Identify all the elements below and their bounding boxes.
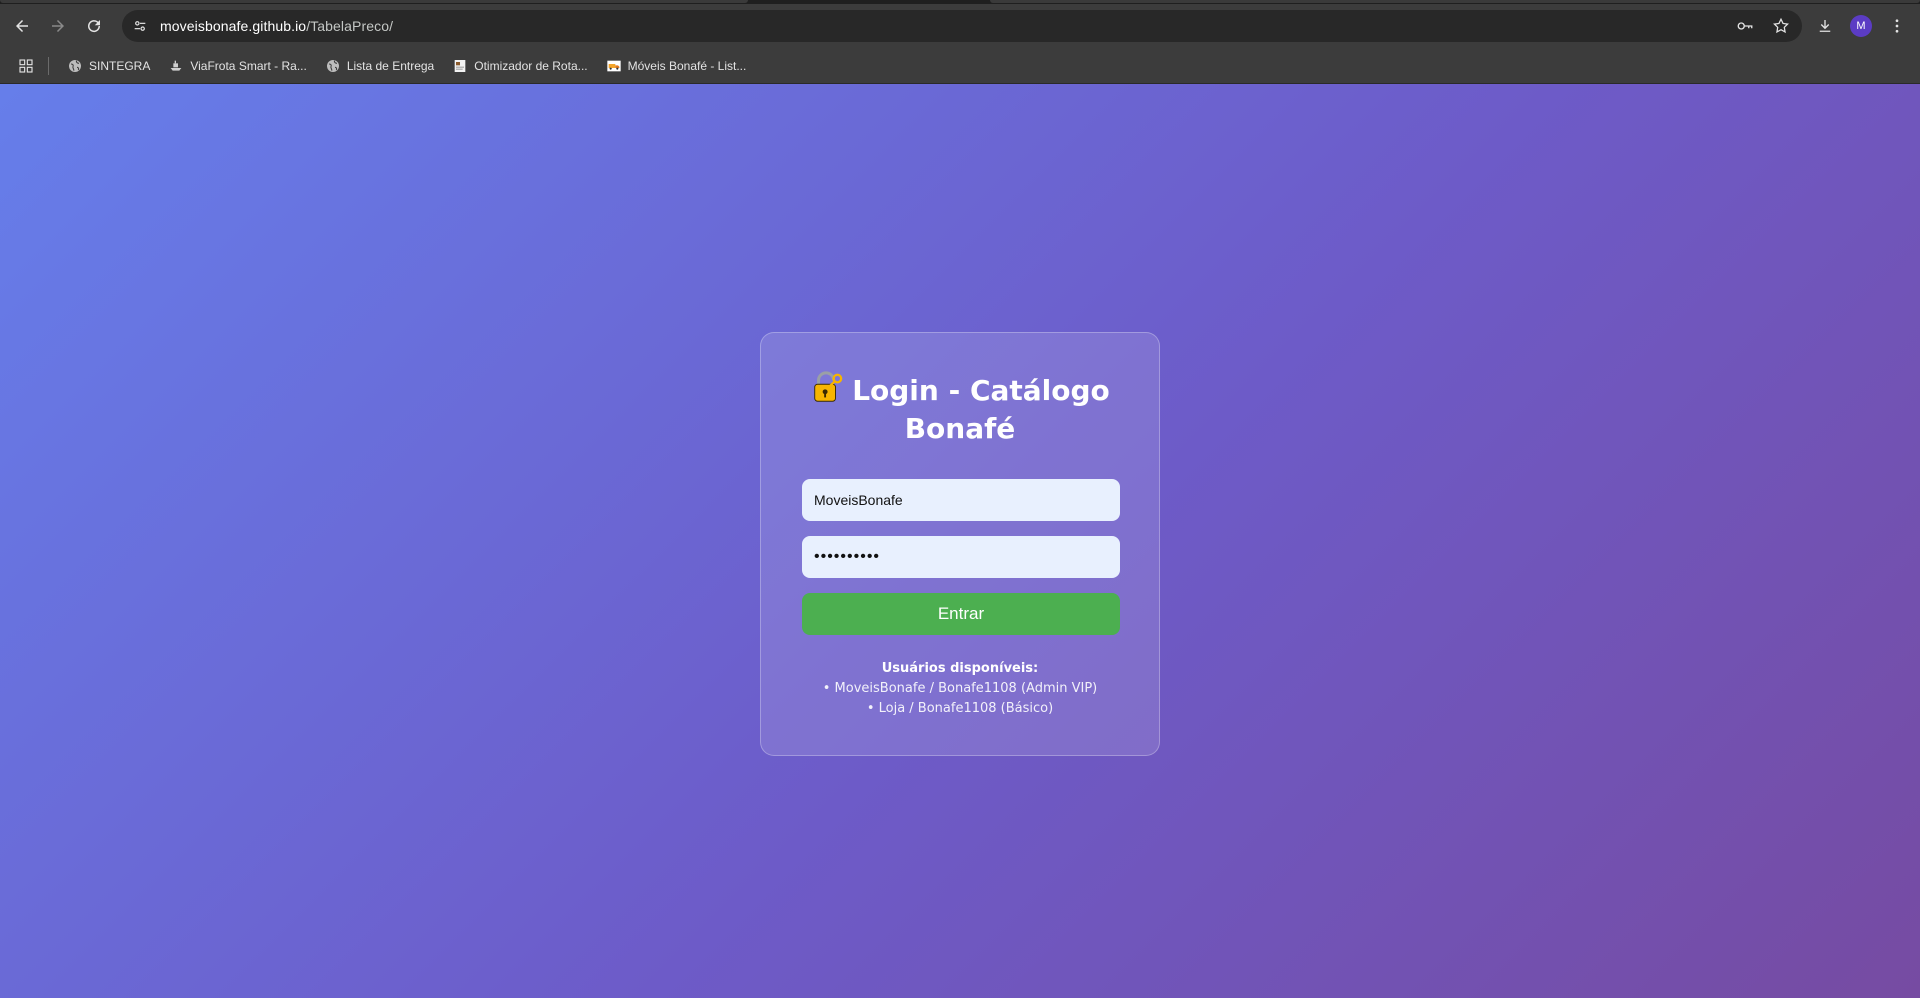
bookmark-viafrota[interactable]: ViaFrota Smart - Ra... <box>160 52 314 80</box>
bookmark-otimizador[interactable]: Otimizador de Rota... <box>444 52 595 80</box>
password-input[interactable] <box>802 536 1120 578</box>
tab-edge[interactable] <box>990 0 1920 3</box>
bookmark-lista-entrega[interactable]: Lista de Entrega <box>317 52 442 80</box>
bookmarks-bar: SINTEGRA ViaFrota Smart - Ra... Lista de… <box>0 48 1920 84</box>
reload-icon <box>88 20 101 33</box>
user-entry: • Loja / Bonafe1108 (Básico) <box>866 701 1054 716</box>
globe-icon <box>325 58 341 74</box>
url-path: /TabelaPreco/ <box>306 18 394 34</box>
password-key-button[interactable] <box>1732 13 1758 39</box>
downloads-button[interactable] <box>1810 11 1840 41</box>
login-card: Login - Catálogo Bonafé Entrar Usuários … <box>760 332 1160 756</box>
page-viewport: Login - Catálogo Bonafé Entrar Usuários … <box>0 84 1920 998</box>
login-title: Login - Catálogo Bonafé <box>761 371 1159 448</box>
reload-button[interactable] <box>78 10 110 42</box>
profile-button[interactable]: M <box>1846 11 1876 41</box>
lock-key-icon <box>810 371 844 405</box>
forward-button[interactable] <box>42 10 74 42</box>
bookmark-label: ViaFrota Smart - Ra... <box>190 58 307 73</box>
apps-button[interactable] <box>14 54 38 78</box>
avatar: M <box>1850 15 1872 37</box>
user-entry: • MoveisBonafe / Bonafe1108 (Admin VIP) <box>822 681 1098 696</box>
login-submit-button[interactable]: Entrar <box>802 593 1120 635</box>
address-bar[interactable]: moveisbonafe.github.io/TabelaPreco/ <box>122 10 1802 42</box>
bookmark-label: Móveis Bonafé - List... <box>627 58 747 73</box>
bookmark-star-button[interactable] <box>1768 13 1794 39</box>
menu-button[interactable] <box>1882 11 1912 41</box>
star-icon <box>1773 17 1789 34</box>
browser-right-tools: M <box>1810 4 1920 48</box>
username-input[interactable] <box>802 479 1120 521</box>
site-info-button[interactable] <box>126 12 154 40</box>
users-heading: Usuários disponíveis: <box>881 661 1039 676</box>
bookmarks-separator <box>48 56 49 75</box>
url-text[interactable]: moveisbonafe.github.io/TabelaPreco/ <box>160 18 393 34</box>
bookmark-label: Otimizador de Rota... <box>474 58 588 73</box>
bookmark-sintegra[interactable]: SINTEGRA <box>59 52 158 80</box>
bookmark-label: SINTEGRA <box>89 58 151 73</box>
bookmark-label: Lista de Entrega <box>346 58 435 73</box>
globe-icon <box>67 58 83 74</box>
arrow-left-icon <box>16 20 28 32</box>
available-users-info: Usuários disponíveis: • MoveisBonafe / B… <box>761 659 1159 719</box>
bookmark-moveis-bonafe[interactable]: Móveis Bonafé - List... <box>598 52 755 80</box>
key-icon <box>1737 22 1753 30</box>
tab-edge[interactable] <box>0 0 748 3</box>
ship-icon <box>168 58 184 74</box>
arrow-right-icon <box>52 20 64 32</box>
browser-toolbar: moveisbonafe.github.io/TabelaPreco/ M <box>0 4 1920 48</box>
document-icon <box>452 58 468 74</box>
url-host: moveisbonafe.github.io <box>160 18 307 34</box>
apps-grid-icon <box>19 58 33 73</box>
back-button[interactable] <box>6 10 38 42</box>
more-vert-icon <box>1895 19 1899 33</box>
tune-icon <box>134 21 146 31</box>
truck-icon <box>606 58 622 74</box>
download-icon <box>1819 20 1831 32</box>
login-title-text: Login - Catálogo Bonafé <box>852 374 1110 445</box>
omnibox-actions <box>1732 10 1794 42</box>
